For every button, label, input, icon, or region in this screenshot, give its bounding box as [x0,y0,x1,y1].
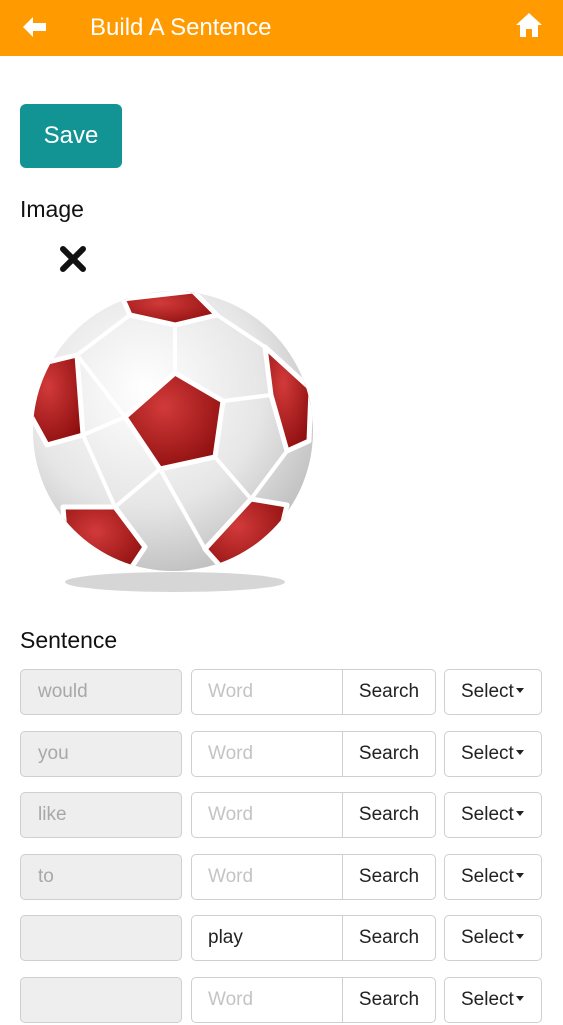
search-button[interactable]: Search [342,978,435,1022]
word-input[interactable] [192,793,342,837]
select-dropdown[interactable]: Select [444,792,542,838]
caret-down-icon [515,996,524,1002]
given-word: like [20,792,182,838]
sentence-row: to Search Select [0,854,563,902]
search-button[interactable]: Search [342,855,435,899]
select-dropdown[interactable]: Select [444,854,542,900]
sentence-section-label: Sentence [20,627,118,653]
sentence-row: you Search Select [0,731,563,779]
select-label: Select [461,927,514,948]
word-input-group: Search [191,977,436,1023]
arrow-left-icon [23,17,46,37]
word-input-group: Search [191,669,436,715]
given-word: would [20,669,182,715]
image-section-label: Image [20,196,84,222]
sentence-row: Search Select [0,915,563,963]
select-dropdown[interactable]: Select [444,915,542,961]
save-button[interactable]: Save [20,104,122,168]
sentence-row: Search Select [0,977,563,1025]
close-x-icon [60,246,86,272]
select-dropdown[interactable]: Select [444,731,542,777]
back-button[interactable] [20,12,50,42]
given-word: to [20,854,182,900]
given-word [20,915,182,961]
select-label: Select [461,681,514,702]
word-input[interactable] [192,732,342,776]
search-button[interactable]: Search [342,916,435,960]
word-input-group: Search [191,792,436,838]
word-input-group: Search [191,854,436,900]
search-button[interactable]: Search [342,793,435,837]
word-input-group: Search [191,731,436,777]
word-input[interactable] [192,855,342,899]
page-title: Build A Sentence [90,14,272,41]
home-button[interactable] [515,11,543,39]
given-word [20,977,182,1023]
caret-down-icon [515,688,524,694]
caret-down-icon [515,750,524,756]
select-label: Select [461,804,514,825]
soccer-ball-image [33,291,313,592]
search-button[interactable]: Search [342,732,435,776]
given-word: you [20,731,182,777]
select-label: Select [461,866,514,887]
sentence-row: would Search Select [0,669,563,717]
word-input[interactable] [192,916,342,960]
app-header: Build A Sentence [0,0,563,56]
select-label: Select [461,743,514,764]
sentence-row: like Search Select [0,792,563,840]
caret-down-icon [515,873,524,879]
select-dropdown[interactable]: Select [444,669,542,715]
caret-down-icon [515,811,524,817]
caret-down-icon [515,934,524,940]
select-dropdown[interactable]: Select [444,977,542,1023]
home-icon [516,13,542,37]
remove-image-button[interactable] [59,245,87,273]
word-input[interactable] [192,978,342,1022]
word-input-group: Search [191,915,436,961]
search-button[interactable]: Search [342,670,435,714]
word-input[interactable] [192,670,342,714]
